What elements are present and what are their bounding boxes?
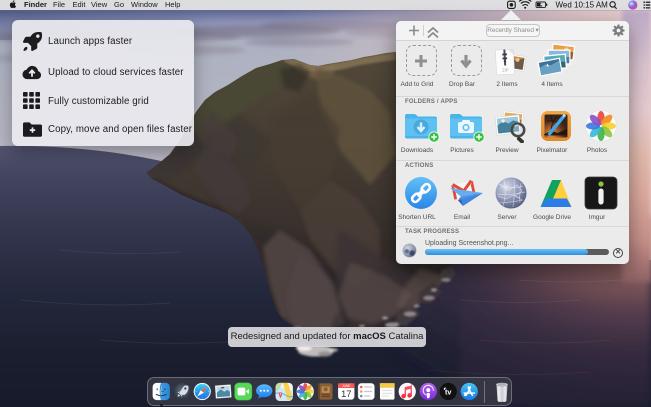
svg-text:Wed 10:15 AM: Wed 10:15 AM (556, 1, 609, 10)
svg-text:ZIP: ZIP (502, 67, 509, 72)
svg-text:tv: tv (445, 387, 451, 396)
svg-text:17: 17 (340, 389, 351, 400)
svg-text:JUNE: JUNE (342, 384, 351, 388)
